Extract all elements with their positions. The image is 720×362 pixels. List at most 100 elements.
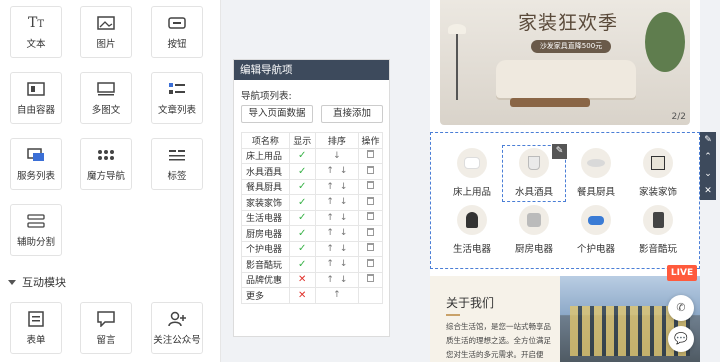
delete-icon[interactable] (367, 258, 375, 267)
visible-check-icon[interactable]: ✓ (288, 225, 316, 242)
nav-grid-item[interactable]: 水具酒具 (504, 148, 564, 198)
nav-editor-panel: 编辑导航项 导航项列表: 导入页面数据 直接添加 项名称 显示 排序 操作 床上… (233, 59, 390, 337)
move-up-arrow-icon[interactable]: ↑ (326, 213, 334, 223)
widget-article-list[interactable]: 文章列表 (151, 72, 203, 124)
move-down-arrow-icon[interactable]: ↓ (340, 244, 348, 254)
visible-check-icon[interactable]: ✓ (288, 194, 316, 211)
move-down-icon[interactable]: ⌄ (700, 166, 716, 183)
nav-grid-item[interactable]: 个护电器 (566, 205, 626, 255)
move-up-arrow-icon[interactable]: ↑ (326, 228, 334, 238)
cube-nav-icon (96, 147, 116, 163)
widget-tag[interactable]: 标签 (151, 138, 203, 190)
table-row[interactable]: 厨房电器 ✓ ↑ ↓ (241, 225, 383, 242)
live-badge[interactable]: LIVE (667, 265, 697, 281)
visible-check-icon[interactable]: ✓ (288, 209, 316, 226)
hidden-cross-icon[interactable]: ✕ (288, 271, 316, 288)
move-down-arrow-icon[interactable]: ↓ (340, 228, 348, 238)
interactive-section-title[interactable]: 互动模块 (8, 274, 66, 290)
visible-check-icon[interactable]: ✓ (288, 256, 316, 273)
add-directly-button[interactable]: 直接添加 (321, 105, 383, 123)
move-up-arrow-icon[interactable]: ↑ (326, 244, 334, 254)
visible-check-icon[interactable]: ✓ (288, 163, 316, 180)
table-row[interactable]: 餐具厨具 ✓ ↑ ↓ (241, 178, 383, 195)
widget-label: 文章列表 (157, 104, 196, 116)
nav-grid-item[interactable]: 厨房电器 (504, 205, 564, 255)
banner-subtitle: 沙发家具直降500元 (531, 40, 611, 53)
move-up-icon[interactable]: ⌃ (700, 149, 716, 166)
visible-check-icon[interactable]: ✓ (288, 178, 316, 195)
move-down-arrow-icon[interactable]: ↓ (340, 213, 348, 223)
about-title: 关于我们 (446, 296, 495, 316)
delete-icon[interactable] (367, 165, 375, 174)
table-row[interactable]: 生活电器 ✓ ↑ ↓ (241, 209, 383, 226)
multi-image-text-icon (96, 81, 116, 97)
nav-grid-item[interactable]: 餐具厨具 (566, 148, 626, 198)
widget-label: 多图文 (91, 104, 121, 116)
table-row[interactable]: 更多 ✕ ↑ (241, 287, 383, 304)
nav-grid-item[interactable]: 生活电器 (442, 205, 502, 255)
delete-icon[interactable] (367, 150, 375, 159)
phone-icon[interactable]: ✆ (668, 295, 694, 321)
nav-item-image (519, 205, 549, 235)
nav-item-name: 品牌优惠 (241, 271, 290, 288)
nav-grid-item[interactable]: 床上用品 (442, 148, 502, 198)
table-row[interactable]: 品牌优惠 ✕ ↑ ↓ (241, 271, 383, 288)
delete-icon[interactable] (367, 181, 375, 190)
delete-icon[interactable] (367, 196, 375, 205)
edit-icon[interactable]: ✎ (700, 132, 716, 149)
nav-grid-item[interactable]: 影音酷玩 (628, 205, 688, 255)
table-row[interactable]: 个护电器 ✓ ↑ ↓ (241, 240, 383, 257)
widget-form[interactable]: 表单 (10, 302, 62, 354)
close-icon[interactable]: ✕ (700, 183, 716, 200)
about-us-section: 关于我们 综合生活馆，是您一站式畅享品质生活的理想之选。全方位满足您对生活的多元… (430, 276, 700, 362)
widget-multi-image-text[interactable]: 多图文 (80, 72, 132, 124)
chat-icon[interactable]: 💬 (668, 326, 694, 352)
visible-check-icon[interactable]: ✓ (288, 147, 316, 164)
move-up-arrow-icon[interactable]: ↑ (326, 197, 334, 207)
widget-image[interactable]: 图片 (80, 6, 132, 58)
delete-icon[interactable] (367, 274, 375, 283)
move-down-arrow-icon[interactable]: ↓ (340, 182, 348, 192)
widget-label: 标签 (167, 170, 187, 182)
widget-label: 图片 (96, 38, 116, 50)
widget-free-container[interactable]: 自由容器 (10, 72, 62, 124)
widget-label: 服务列表 (16, 170, 55, 182)
widget-service-list[interactable]: 服务列表 (10, 138, 62, 190)
import-page-data-button[interactable]: 导入页面数据 (241, 105, 313, 123)
nav-grid-item[interactable]: 家装家饰 (628, 148, 688, 198)
hidden-cross-icon[interactable]: ✕ (288, 287, 316, 304)
table-row[interactable]: 家装家饰 ✓ ↑ ↓ (241, 194, 383, 211)
table-row[interactable]: 水具酒具 ✓ ↑ ↓ (241, 163, 383, 180)
nav-item-label: 个护电器 (576, 244, 615, 255)
delete-icon[interactable] (367, 243, 375, 252)
move-up-arrow-icon[interactable]: ↑ (333, 290, 341, 300)
move-up-arrow-icon[interactable]: ↑ (326, 259, 334, 269)
widget-message[interactable]: 留言 (80, 302, 132, 354)
widget-panel: TT 文本 图片 按钮 自由容器 多图文 文章列表 服务列表 魔方导航 标签 辅… (0, 0, 221, 362)
nav-item-name: 床上用品 (241, 147, 290, 164)
widget-cube-nav[interactable]: 魔方导航 (80, 138, 132, 190)
widget-divider[interactable]: 辅助分割 (10, 204, 62, 256)
nav-grid-component[interactable]: ✎ 床上用品 水具酒具 餐具厨具 家装家饰 生活电器 厨房电器 个护电器 影音酷玩 (430, 132, 700, 269)
promo-banner[interactable]: 家装狂欢季 沙发家具直降500元 2/2 (440, 0, 690, 125)
widget-follow-account[interactable]: 关注公众号 (151, 302, 203, 354)
widget-button[interactable]: 按钮 (151, 6, 203, 58)
move-down-arrow-icon[interactable]: ↓ (340, 197, 348, 207)
table-row[interactable]: 影音酷玩 ✓ ↑ ↓ (241, 256, 383, 273)
move-up-arrow-icon[interactable]: ↑ (326, 275, 334, 285)
move-down-arrow-icon[interactable]: ↓ (333, 151, 341, 161)
table-row[interactable]: 床上用品 ✓ ↓ (241, 147, 383, 164)
visible-check-icon[interactable]: ✓ (288, 240, 316, 257)
divider-icon (26, 213, 46, 229)
sort-controls: ↑ ↓ (314, 194, 360, 211)
move-down-arrow-icon[interactable]: ↓ (340, 166, 348, 176)
nav-items-table: 项名称 显示 排序 操作 床上用品 ✓ ↓ 水具酒具 ✓ ↑ ↓ 餐具厨具 ✓ ↑ ↓ 家装家饰 ✓ ↑ ↓… (241, 132, 383, 304)
move-up-arrow-icon[interactable]: ↑ (326, 166, 334, 176)
move-down-arrow-icon[interactable]: ↓ (340, 275, 348, 285)
move-down-arrow-icon[interactable]: ↓ (340, 259, 348, 269)
move-up-arrow-icon[interactable]: ↑ (326, 182, 334, 192)
widget-text[interactable]: TT 文本 (10, 6, 62, 58)
delete-icon[interactable] (367, 227, 375, 236)
delete-icon[interactable] (367, 212, 375, 221)
actions (358, 163, 383, 180)
